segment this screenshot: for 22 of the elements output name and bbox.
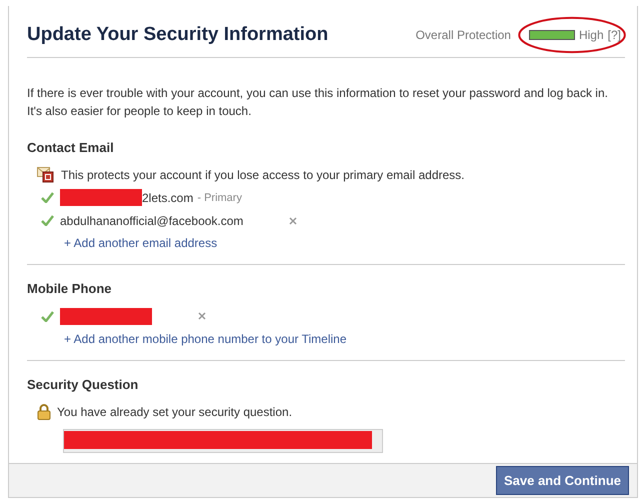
add-link[interactable]: + Add another email address bbox=[64, 234, 218, 252]
email-address: abdulhananofficial@facebook.com bbox=[60, 212, 244, 230]
note-text: You have already set your security question. bbox=[57, 404, 292, 421]
remove-icon[interactable] bbox=[289, 216, 298, 225]
protection-label: Overall Protection bbox=[416, 27, 511, 44]
envelope-icon bbox=[37, 166, 55, 183]
email-address: 2lets.com bbox=[142, 190, 194, 207]
intro-text: If there is ever trouble with your account, you can use this information to reset your password and log back in. It's also easier for people to keep in touch. bbox=[27, 84, 609, 120]
note-text: This protects your account if you lose access to your primary email address. bbox=[61, 166, 464, 184]
dialog-title: Update Your Security Information bbox=[27, 24, 328, 47]
add-link[interactable]: + Add another mobile phone number to your Timeline bbox=[64, 330, 347, 348]
answer-field[interactable] bbox=[63, 429, 383, 454]
section-heading: Mobile Phone bbox=[27, 280, 112, 298]
help-link[interactable]: [?] bbox=[608, 26, 621, 44]
section-heading: Contact Email bbox=[27, 138, 115, 157]
lock-icon bbox=[37, 404, 51, 420]
protection-rating: High bbox=[578, 27, 604, 44]
save-button[interactable]: Save and Continue bbox=[496, 466, 629, 496]
primary-tag: - Primary bbox=[197, 190, 242, 206]
remove-icon[interactable] bbox=[198, 312, 206, 320]
protection-meter bbox=[528, 30, 575, 40]
section-heading: Security Question bbox=[27, 376, 140, 394]
